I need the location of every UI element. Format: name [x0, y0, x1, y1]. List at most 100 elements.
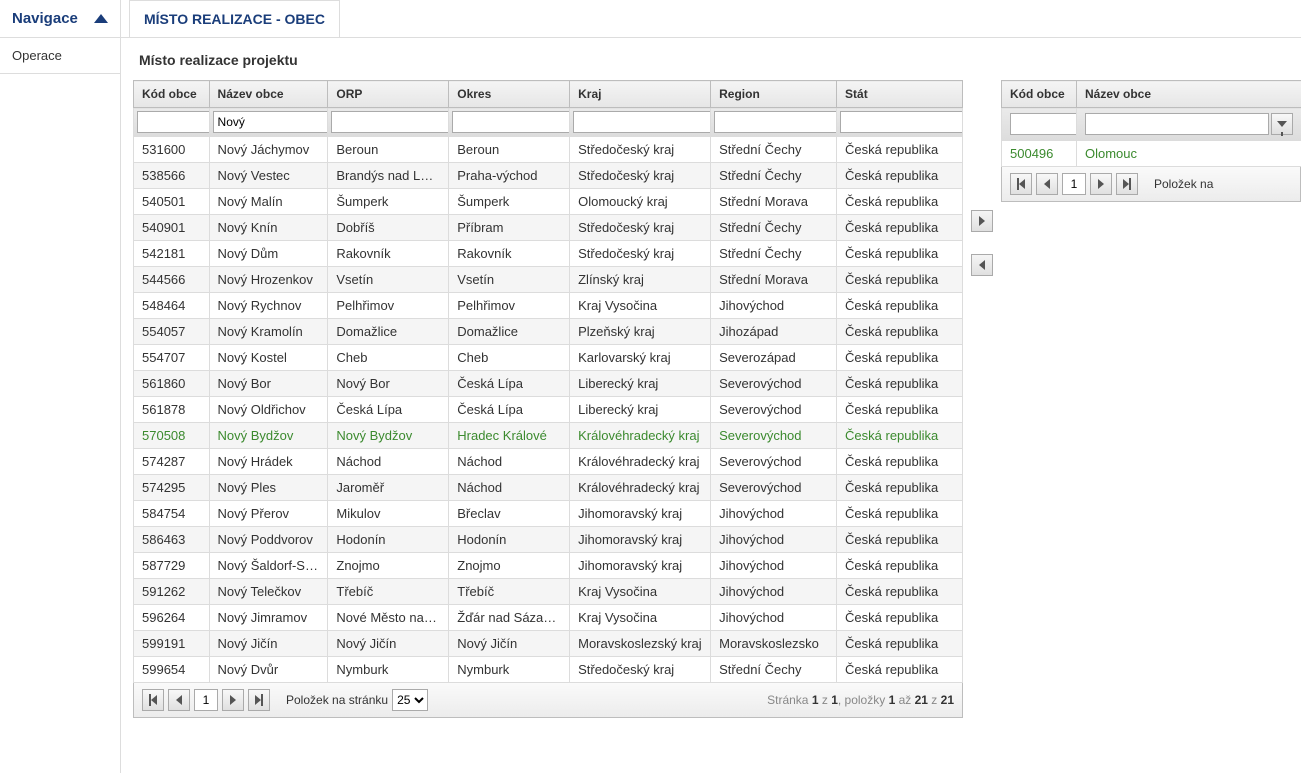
cell-kraj: Liberecký kraj	[570, 371, 711, 397]
col-header-stat[interactable]: Stát	[837, 81, 963, 108]
tab-misto-realizace[interactable]: MÍSTO REALIZACE - OBEC	[129, 0, 340, 37]
cell-region: Jihozápad	[711, 319, 837, 345]
cell-orp: Nový Bydžov	[328, 423, 449, 449]
horizontal-scrollbar[interactable]	[133, 722, 1193, 738]
table-row[interactable]: 540901Nový KnínDobříšPříbramStředočeský …	[134, 215, 963, 241]
cell-stat: Česká republika	[837, 137, 963, 163]
chevron-right-icon	[979, 216, 985, 226]
cell-nazev: Nový Oldřichov	[209, 397, 328, 423]
col2-header-nazev[interactable]: Název obce	[1077, 81, 1301, 108]
filter-stat[interactable]	[840, 111, 962, 133]
col2-header-kod[interactable]: Kód obce	[1002, 81, 1077, 108]
cell-kod: 561860	[134, 371, 210, 397]
cell-region: Severozápad	[711, 345, 837, 371]
cell-kod: 591262	[134, 579, 210, 605]
cell-kraj: Jihomoravský kraj	[570, 501, 711, 527]
cell-stat: Česká republika	[837, 215, 963, 241]
cell-kraj: Kraj Vysočina	[570, 605, 711, 631]
table-row[interactable]: 584754Nový PřerovMikulovBřeclavJihomorav…	[134, 501, 963, 527]
pager2-first[interactable]	[1010, 173, 1032, 195]
cell-okres: Cheb	[449, 345, 570, 371]
table-row[interactable]: 570508Nový BydžovNový BydžovHradec Králo…	[134, 423, 963, 449]
cell-kraj: Královéhradecký kraj	[570, 449, 711, 475]
move-left-button[interactable]	[971, 254, 993, 276]
cell-region: Střední Čechy	[711, 163, 837, 189]
col-header-nazev[interactable]: Název obce	[209, 81, 328, 108]
pager-page-input[interactable]	[194, 689, 218, 711]
pager2-page-input[interactable]	[1062, 173, 1086, 195]
table-row[interactable]: 561878Nový OldřichovČeská LípaČeská Lípa…	[134, 397, 963, 423]
table-row[interactable]: 599191Nový JičínNový JičínNový JičínMora…	[134, 631, 963, 657]
filter2-kod[interactable]	[1010, 113, 1077, 135]
col-header-region[interactable]: Region	[711, 81, 837, 108]
table-row[interactable]: 596264Nový JimramovNové Město na M...Žďá…	[134, 605, 963, 631]
cell-kraj: Středočeský kraj	[570, 215, 711, 241]
pager-items-label: Položek na stránku	[286, 693, 388, 707]
table-row[interactable]: 548464Nový RychnovPelhřimovPelhřimovKraj…	[134, 293, 963, 319]
cell-okres: Náchod	[449, 449, 570, 475]
pager-last[interactable]	[248, 689, 270, 711]
filter-kod[interactable]	[137, 111, 209, 133]
filter-orp[interactable]	[331, 111, 448, 133]
table-row[interactable]: 554057Nový KramolínDomažliceDomažlicePlz…	[134, 319, 963, 345]
cell-stat: Česká republika	[837, 605, 963, 631]
table-row[interactable]: 574287Nový HrádekNáchodNáchodKrálovéhrad…	[134, 449, 963, 475]
col-header-kod[interactable]: Kód obce	[134, 81, 210, 108]
cell-kod: 596264	[134, 605, 210, 631]
cell-stat: Česká republika	[837, 449, 963, 475]
cell-okres: Domažlice	[449, 319, 570, 345]
filter-kraj[interactable]	[573, 111, 711, 133]
filter2-nazev[interactable]	[1085, 113, 1269, 135]
cell-nazev: Nový Hrozenkov	[209, 267, 328, 293]
table-row[interactable]: 599654Nový DvůrNymburkNymburkStředočeský…	[134, 657, 963, 683]
cell-kraj: Kraj Vysočina	[570, 579, 711, 605]
col-header-kraj[interactable]: Kraj	[570, 81, 711, 108]
table-row[interactable]: 531600Nový JáchymovBerounBerounStředočes…	[134, 137, 963, 163]
pager-first[interactable]	[142, 689, 164, 711]
cell-kod: 586463	[134, 527, 210, 553]
cell-okres: Znojmo	[449, 553, 570, 579]
cell-okres: Třebíč	[449, 579, 570, 605]
cell-nazev: Nový Kramolín	[209, 319, 328, 345]
pager2-last[interactable]	[1116, 173, 1138, 195]
table-row[interactable]: 538566Nový VestecBrandýs nad Lab...Praha…	[134, 163, 963, 189]
filter-region[interactable]	[714, 111, 836, 133]
table-row[interactable]: 591262Nový TelečkovTřebíčTřebíčKraj Vyso…	[134, 579, 963, 605]
cell-kod: 584754	[134, 501, 210, 527]
table-row[interactable]: 544566Nový HrozenkovVsetínVsetínZlínský …	[134, 267, 963, 293]
pager2-next[interactable]	[1090, 173, 1112, 195]
table-row[interactable]: 587729Nový Šaldorf-Sed...ZnojmoZnojmoJih…	[134, 553, 963, 579]
col-header-okres[interactable]: Okres	[449, 81, 570, 108]
filter-okres[interactable]	[452, 111, 569, 133]
cell-okres: Nový Jičín	[449, 631, 570, 657]
nav-toggle[interactable]: Navigace	[0, 0, 120, 38]
cell-kod: 500496	[1002, 141, 1077, 167]
sidebar-item-operace[interactable]: Operace	[0, 38, 120, 74]
pager-page-size[interactable]: 25	[392, 689, 428, 711]
cell-region: Jihovýchod	[711, 553, 837, 579]
filter2-btn-nazev[interactable]	[1271, 113, 1293, 135]
table-row[interactable]: 574295Nový PlesJaroměřNáchodKrálovéhrade…	[134, 475, 963, 501]
filter-nazev[interactable]	[213, 111, 328, 133]
cell-kraj: Karlovarský kraj	[570, 345, 711, 371]
cell-stat: Česká republika	[837, 657, 963, 683]
pager-prev[interactable]	[168, 689, 190, 711]
cell-okres: Beroun	[449, 137, 570, 163]
table-row[interactable]: 500496Olomouc	[1002, 141, 1301, 167]
cell-okres: Praha-východ	[449, 163, 570, 189]
col-header-orp[interactable]: ORP	[328, 81, 449, 108]
cell-orp: Brandýs nad Lab...	[328, 163, 449, 189]
cell-okres: Šumperk	[449, 189, 570, 215]
table-row[interactable]: 540501Nový MalínŠumperkŠumperkOlomoucký …	[134, 189, 963, 215]
table-row[interactable]: 542181Nový DůmRakovníkRakovníkStředočesk…	[134, 241, 963, 267]
table-row[interactable]: 561860Nový BorNový BorČeská LípaLibereck…	[134, 371, 963, 397]
cell-kod: 587729	[134, 553, 210, 579]
table-row[interactable]: 554707Nový KostelChebChebKarlovarský kra…	[134, 345, 963, 371]
cell-nazev: Nový Jimramov	[209, 605, 328, 631]
pager-next[interactable]	[222, 689, 244, 711]
pager2-prev[interactable]	[1036, 173, 1058, 195]
cell-nazev: Nový Přerov	[209, 501, 328, 527]
move-right-button[interactable]	[971, 210, 993, 232]
table-row[interactable]: 586463Nový PoddvorovHodonínHodonínJihomo…	[134, 527, 963, 553]
cell-orp: Jaroměř	[328, 475, 449, 501]
